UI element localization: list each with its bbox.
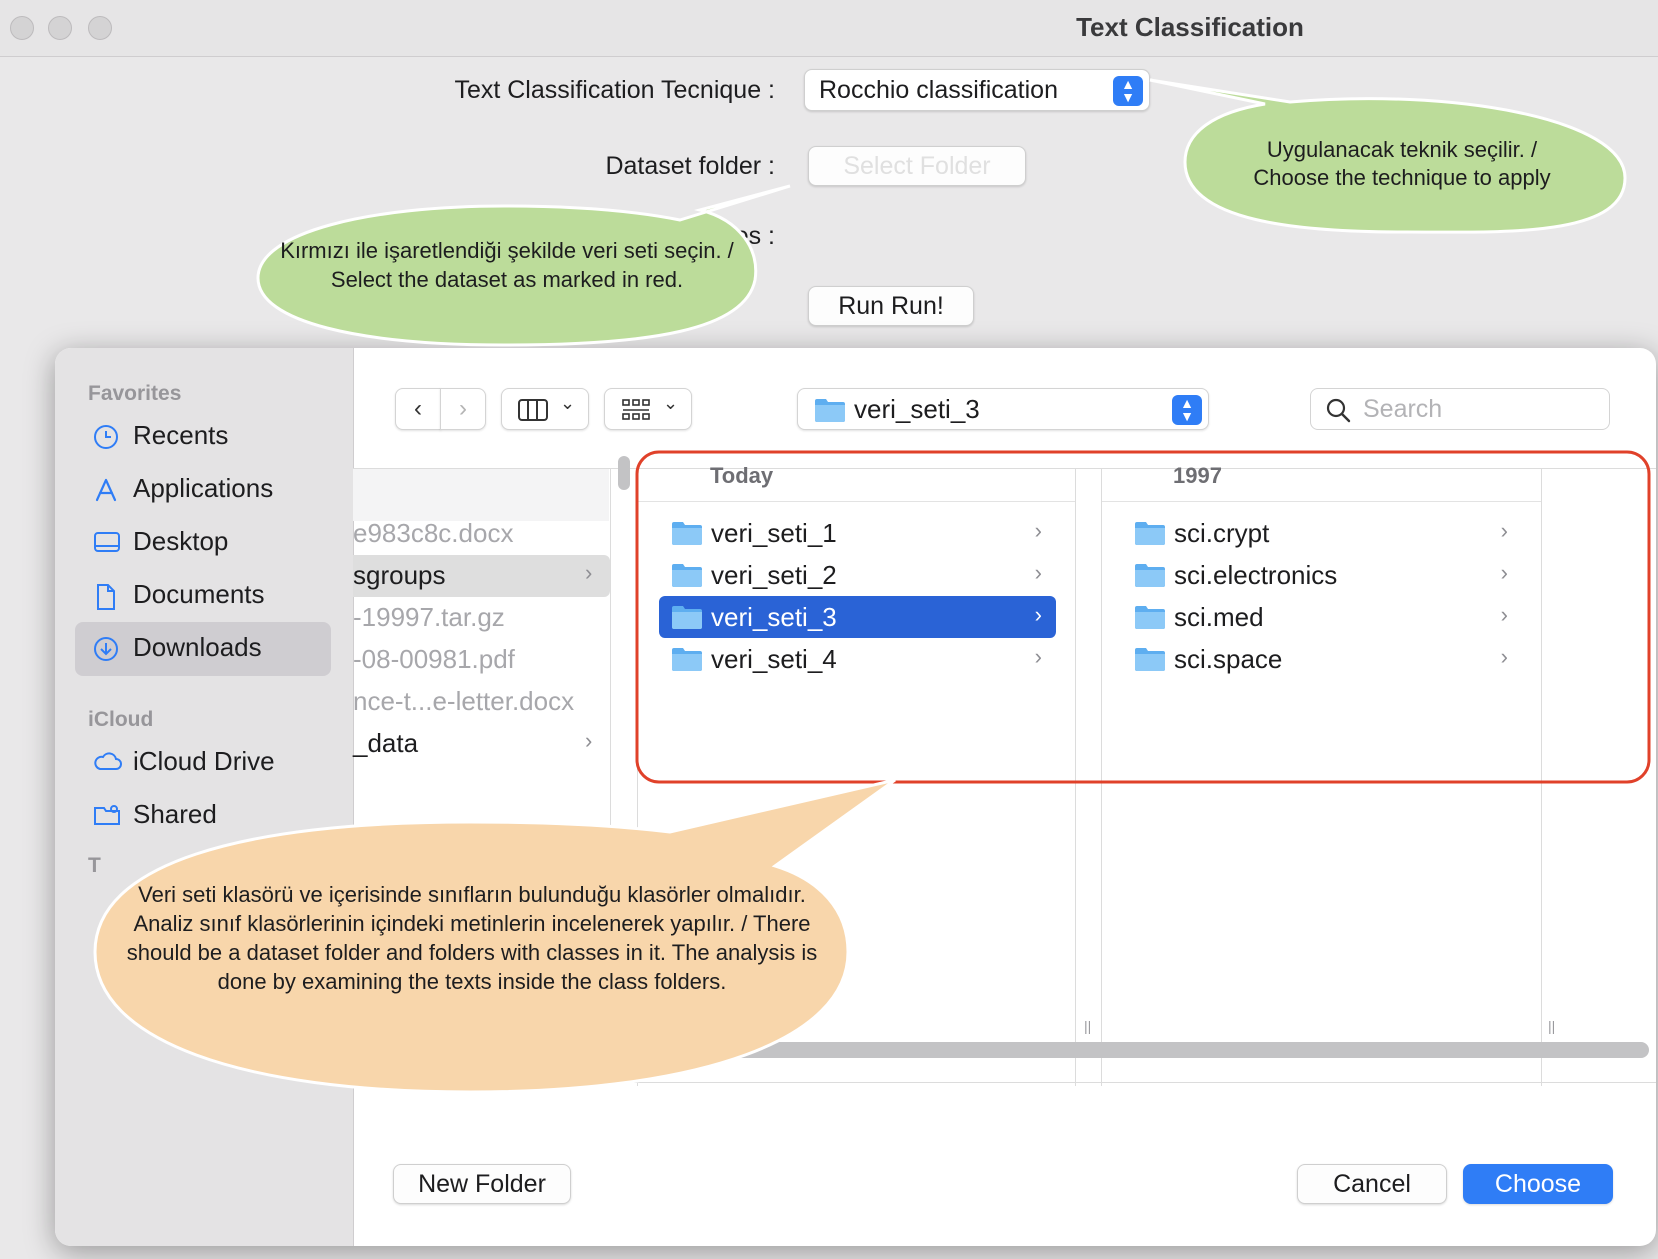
red-highlight-rectangle: [635, 450, 1651, 784]
structure-callout-text: Veri seti klasörü ve içerisinde sınıflar…: [126, 882, 818, 994]
technique-callout-text: Uygulanacak teknik seçilir. / Choose the…: [1253, 137, 1551, 190]
dataset-callout-text: Kırmızı ile işaretlendiği şekilde veri s…: [280, 238, 734, 292]
